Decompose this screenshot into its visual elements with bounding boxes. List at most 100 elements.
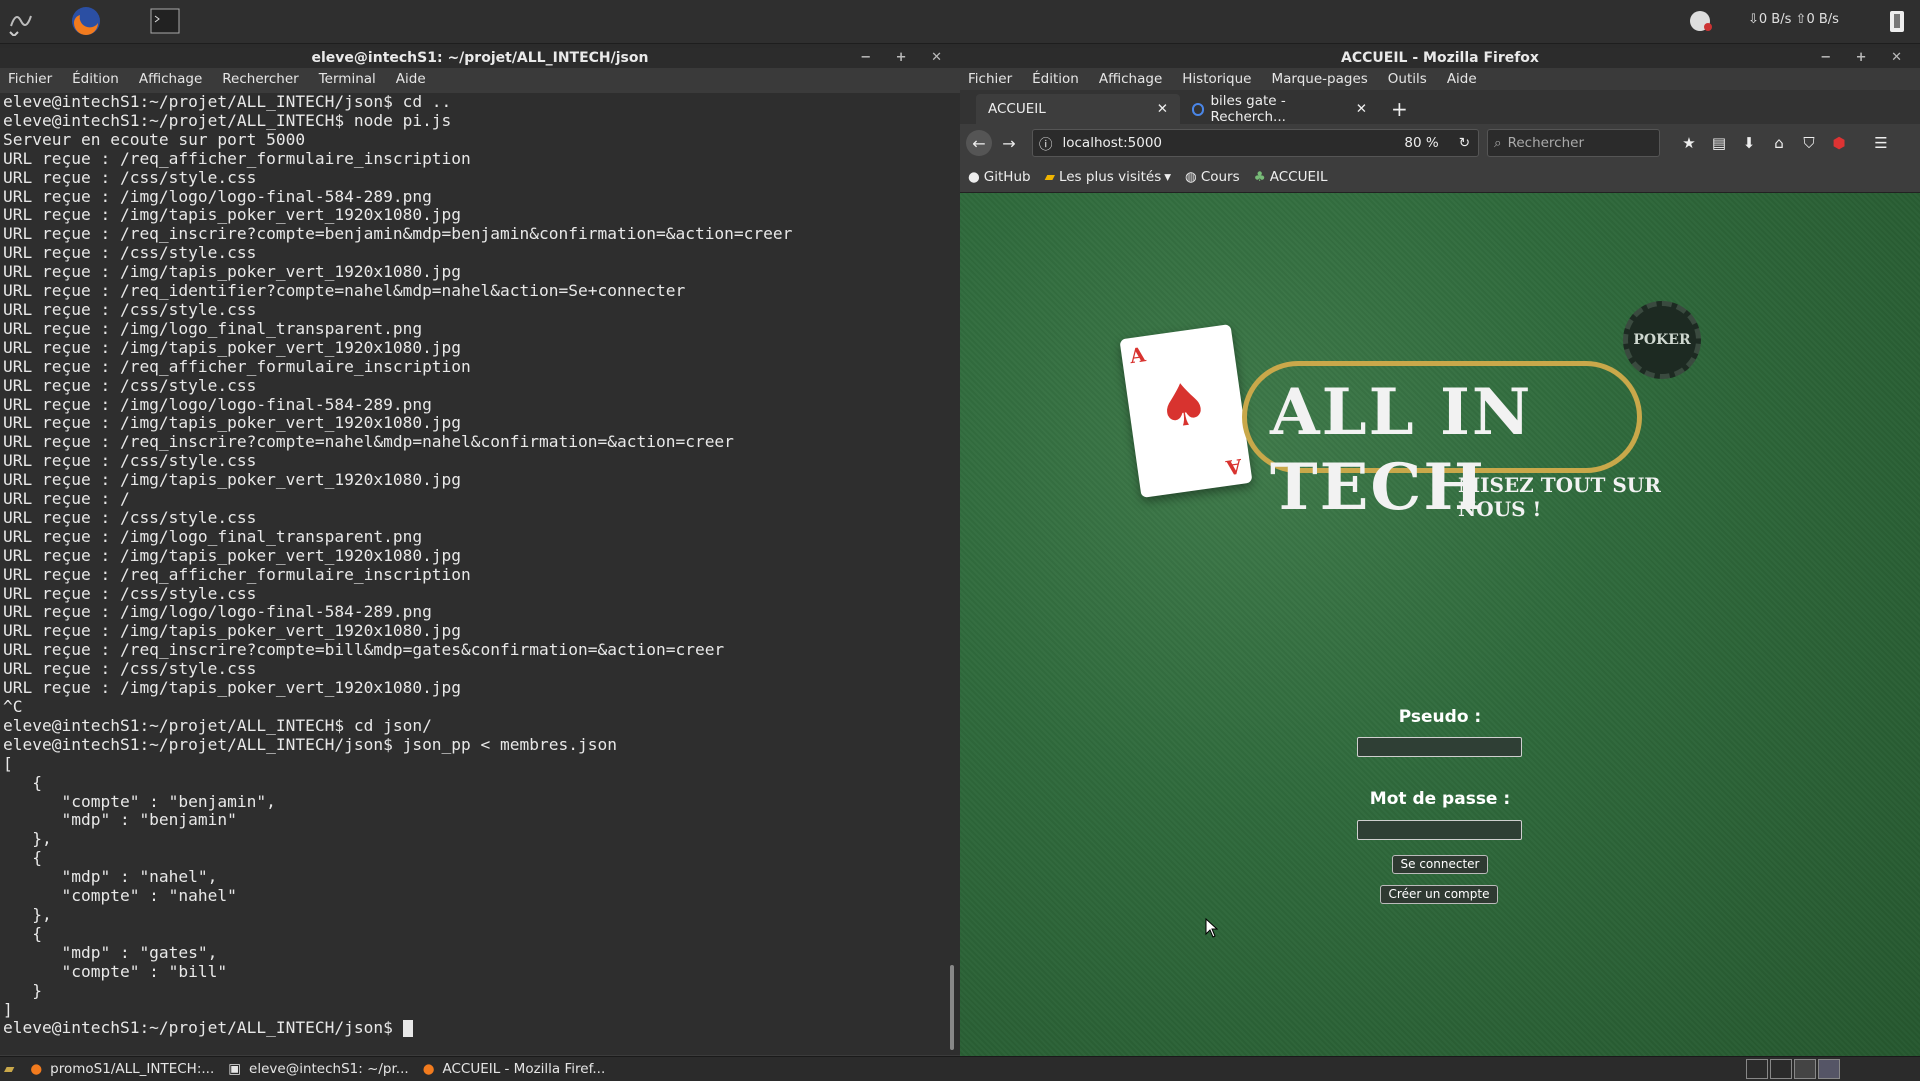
bookmark-cours[interactable]: ◍ Cours <box>1185 169 1240 185</box>
workspace-3[interactable] <box>1794 1059 1816 1079</box>
ff-menu-fichier[interactable]: Fichier <box>968 71 1012 87</box>
reload-icon[interactable]: ↻ <box>1459 135 1470 151</box>
bookmark-github[interactable]: ● GitHub <box>968 169 1031 185</box>
workspace-4[interactable] <box>1818 1059 1840 1079</box>
bookmark-most-visited[interactable]: ▰ Les plus visités ▾ <box>1045 169 1171 185</box>
terminal-line: URL reçue : /img/tapis_poker_vert_1920x1… <box>3 205 462 225</box>
terminal-line: "mdp" : "gates", <box>3 942 218 962</box>
terminal-line: eleve@intechS1:~/projet/ALL_INTECH$ cd j… <box>3 715 432 735</box>
terminal-line: URL reçue : /req_identifier?compte=nahel… <box>3 281 686 301</box>
info-icon[interactable]: ⓘ <box>1039 133 1053 153</box>
page-content: A A ♠ ALL IN TECH POKER MISEZ TOUT SUR N… <box>960 193 1920 1056</box>
terminal-scrollbar[interactable] <box>950 965 954 1050</box>
bookmarks-list-icon[interactable]: ▤ <box>1704 134 1734 152</box>
tab-close-icon[interactable]: ✕ <box>1356 101 1367 117</box>
logo-slogan: MISEZ TOUT SUR NOUS ! <box>1458 473 1661 521</box>
battery-icon[interactable] <box>1880 4 1914 38</box>
zoom-level[interactable]: 80 % <box>1404 135 1438 151</box>
download-icon[interactable]: ⬇ <box>1734 134 1764 152</box>
back-button[interactable]: ← <box>966 130 992 156</box>
tab-label: biles gate - Recherch... <box>1210 93 1286 125</box>
ff-menu-aide[interactable]: Aide <box>1447 71 1477 87</box>
ff-menu-affichage[interactable]: Affichage <box>1099 71 1162 87</box>
url-bar[interactable]: ⓘ localhost:5000 80 % ↻ <box>1032 129 1479 157</box>
search-bar[interactable]: ⌕ Rechercher <box>1487 129 1660 157</box>
ublock-icon[interactable]: ⬢ <box>1824 134 1854 152</box>
tab-close-icon[interactable]: ✕ <box>1157 101 1168 117</box>
app-menu-icon[interactable] <box>4 4 38 38</box>
new-tab-button[interactable]: + <box>1379 94 1420 124</box>
pseudo-field[interactable] <box>1357 737 1522 757</box>
ace-card: A A ♠ <box>1119 323 1253 499</box>
bookmark-star-icon[interactable]: ★ <box>1674 134 1704 152</box>
taskbar: ▰ ● promoS1/ALL_INTECH:... ▣ eleve@intec… <box>0 1056 1920 1081</box>
tab-accueil[interactable]: ACCUEIL ✕ <box>976 94 1180 124</box>
taskbar-item-firefox-1[interactable]: ● promoS1/ALL_INTECH:... <box>30 1061 214 1077</box>
tab-label: ACCUEIL <box>988 101 1046 117</box>
bookmark-accueil[interactable]: ♣ ACCUEIL <box>1254 169 1328 185</box>
workspace-1[interactable] <box>1746 1059 1768 1079</box>
terminal-line: URL reçue : /css/style.css <box>3 243 257 263</box>
firefox-window-controls[interactable]: − + ✕ <box>1820 48 1912 68</box>
terminal-output[interactable]: eleve@intechS1:~/projet/ALL_INTECH/json$… <box>0 93 961 1055</box>
terminal-menubar: Fichier Édition Affichage Rechercher Ter… <box>0 68 960 90</box>
workspace-switcher[interactable] <box>1746 1059 1840 1079</box>
password-label: Mot de passe : <box>1369 789 1511 809</box>
terminal-line: URL reçue : /img/tapis_poker_vert_1920x1… <box>3 621 462 641</box>
terminal-launcher-icon[interactable] <box>148 4 182 38</box>
terminal-line: URL reçue : /img/logo_final_transparent.… <box>3 526 423 546</box>
ff-menu-marque-pages[interactable]: Marque-pages <box>1272 71 1368 87</box>
github-icon: ● <box>968 169 980 185</box>
home-icon[interactable]: ⌂ <box>1764 134 1794 152</box>
terminal-line: URL reçue : /req_inscrire?compte=benjami… <box>3 224 793 244</box>
terminal-line: URL reçue : /img/tapis_poker_vert_1920x1… <box>3 545 462 565</box>
password-field[interactable] <box>1357 820 1522 840</box>
pocket-icon[interactable]: ⛉ <box>1794 134 1824 152</box>
ff-menu-outils[interactable]: Outils <box>1388 71 1427 87</box>
workspace-2[interactable] <box>1770 1059 1792 1079</box>
terminal-line: URL reçue : /img/logo/logo-final-584-289… <box>3 186 432 206</box>
terminal-menu-terminal[interactable]: Terminal <box>319 71 376 87</box>
bookmark-label: GitHub <box>983 169 1031 185</box>
terminal-line: [ <box>3 753 13 773</box>
pseudo-label: Pseudo : <box>1398 707 1482 727</box>
terminal-menu-fichier[interactable]: Fichier <box>8 71 52 87</box>
firefox-launcher-icon[interactable] <box>69 4 103 38</box>
terminal-line: eleve@intechS1:~/projet/ALL_INTECH$ node… <box>3 110 452 130</box>
terminal-menu-edition[interactable]: Édition <box>72 71 119 87</box>
terminal-line: } <box>3 980 42 1000</box>
ff-menu-edition[interactable]: Édition <box>1032 71 1079 87</box>
terminal-line: ] <box>3 999 13 1019</box>
google-icon <box>1192 102 1205 116</box>
folder-icon: ▰ <box>1044 169 1055 185</box>
terminal-line: URL reçue : /req_afficher_formulaire_ins… <box>3 564 471 584</box>
terminal-line: }, <box>3 904 52 924</box>
firefox-titlebar[interactable]: ACCUEIL - Mozilla Firefox − + ✕ <box>960 48 1920 68</box>
terminal-line: { <box>3 772 42 792</box>
firefox-icon: ● <box>30 1061 43 1077</box>
terminal-line: URL reçue : /img/logo_final_transparent.… <box>3 318 423 338</box>
files-icon[interactable]: ▰ <box>4 1061 14 1077</box>
card-rank-bottom: A <box>1225 453 1244 480</box>
page-icon: ♣ <box>1253 169 1266 185</box>
spade-icon: ♠ <box>1152 368 1214 443</box>
net-speed-indicator: ⇩0 B/s ⇧0 B/s <box>1748 12 1839 27</box>
login-button[interactable]: Se connecter <box>1392 855 1488 874</box>
network-globe-icon[interactable] <box>1684 4 1718 38</box>
firefox-menubar: Fichier Édition Affichage Historique Mar… <box>960 68 1920 90</box>
terminal-menu-rechercher[interactable]: Rechercher <box>222 71 298 87</box>
terminal-line: URL reçue : /img/tapis_poker_vert_1920x1… <box>3 337 462 357</box>
create-account-button[interactable]: Créer un compte <box>1380 885 1498 904</box>
terminal-titlebar[interactable]: eleve@intechS1: ~/projet/ALL_INTECH/json… <box>0 48 960 68</box>
terminal-window-controls[interactable]: − + ✕ <box>860 48 952 68</box>
ff-menu-historique[interactable]: Historique <box>1182 71 1251 87</box>
terminal-prompt-line[interactable]: eleve@intechS1:~/projet/ALL_INTECH/json$ <box>3 1018 961 1038</box>
hamburger-menu-icon[interactable]: ☰ <box>1866 134 1896 152</box>
taskbar-item-firefox-2[interactable]: ● ACCUEIL - Mozilla Firef... <box>423 1061 606 1077</box>
terminal-menu-affichage[interactable]: Affichage <box>139 71 202 87</box>
terminal-menu-aide[interactable]: Aide <box>396 71 426 87</box>
tab-search[interactable]: biles gate - Recherch... ✕ <box>1180 93 1379 125</box>
terminal-line: "compte" : "nahel" <box>3 886 237 906</box>
taskbar-item-terminal[interactable]: ▣ eleve@intechS1: ~/pr... <box>228 1061 408 1077</box>
forward-button[interactable]: → <box>996 130 1022 156</box>
